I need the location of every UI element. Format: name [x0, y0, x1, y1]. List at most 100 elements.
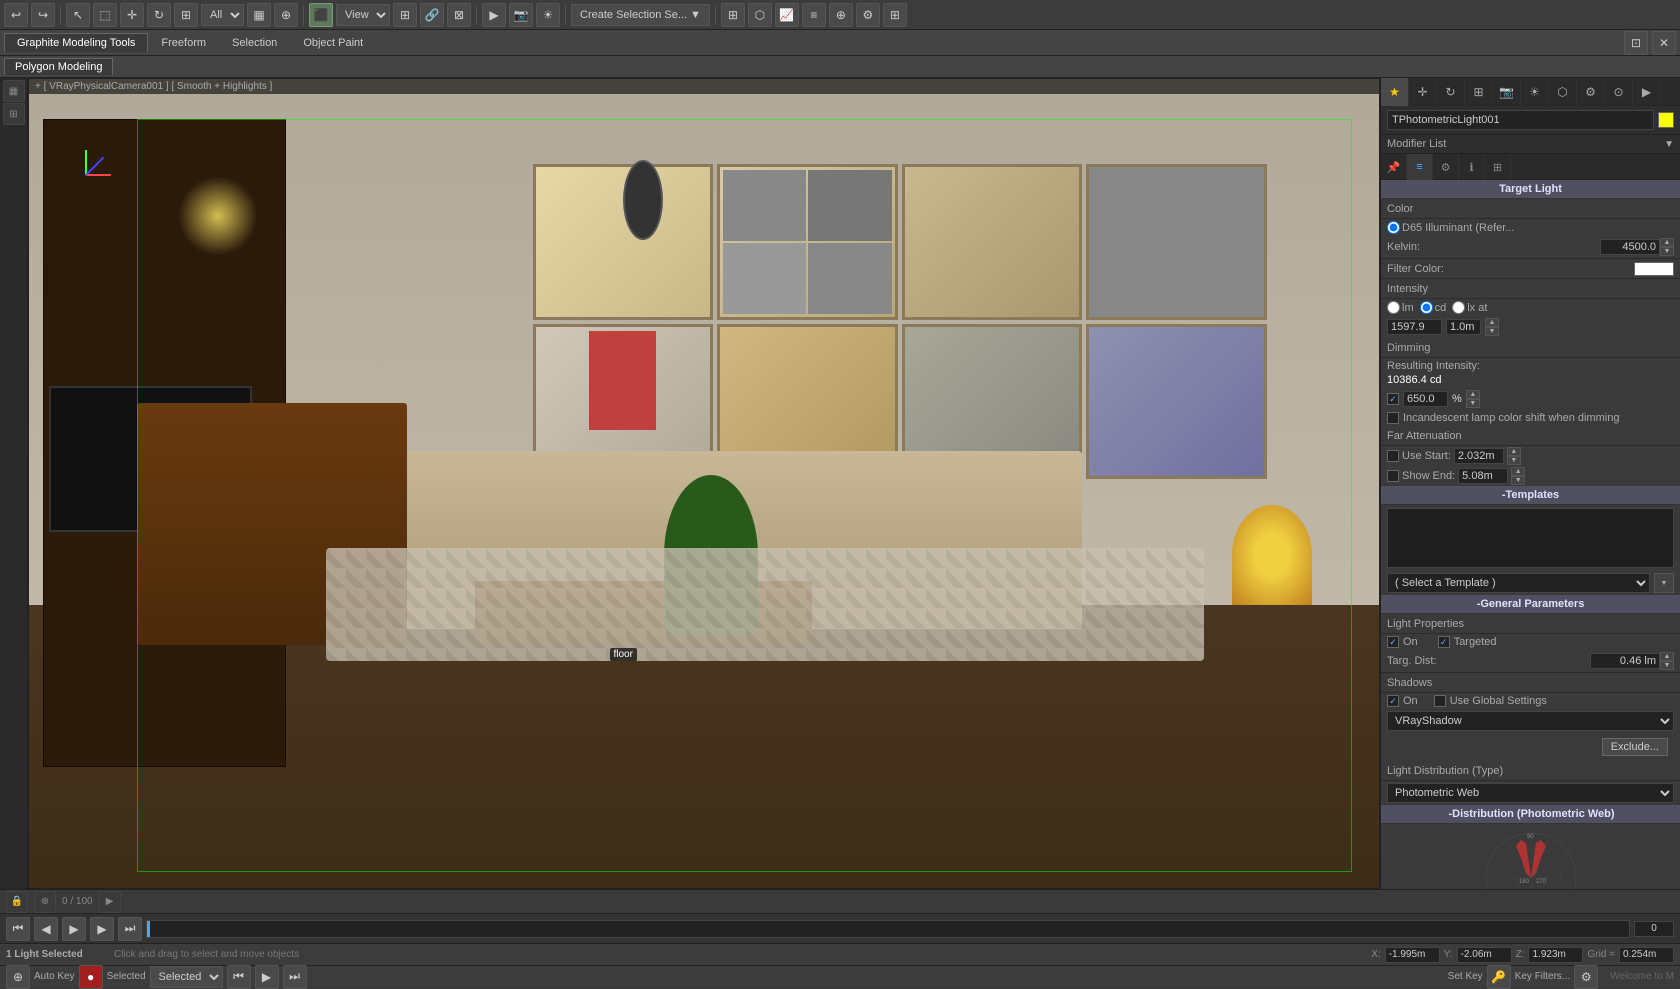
timeline-frame-input[interactable] — [1634, 921, 1674, 937]
timeline-end-btn[interactable]: ⏭ — [118, 917, 142, 941]
left-icon-1[interactable]: ▦ — [3, 80, 25, 102]
template-expand-btn[interactable]: ▼ — [1654, 573, 1674, 593]
bottom-icon-3[interactable]: ▶ — [99, 891, 121, 913]
layers-btn[interactable]: ≡ — [802, 3, 826, 27]
general-params-header[interactable]: General Parameters — [1381, 595, 1680, 614]
lxat-radio[interactable] — [1452, 301, 1465, 314]
dimming-checkbox[interactable]: ✓ — [1387, 393, 1399, 405]
incandescent-checkbox[interactable] — [1387, 412, 1399, 424]
atten-start-input[interactable] — [1454, 448, 1504, 464]
y-coord-input[interactable] — [1457, 947, 1512, 963]
template-dropdown[interactable]: ( Select a Template ) — [1387, 573, 1650, 593]
psub-list[interactable]: ≡ — [1407, 154, 1433, 180]
intensity-up[interactable]: ▲ — [1485, 318, 1499, 327]
atten-end-down[interactable]: ▼ — [1511, 476, 1525, 485]
tab-selection[interactable]: Selection — [219, 33, 290, 52]
menu-close-btn[interactable]: ✕ — [1652, 31, 1676, 55]
atten-start-up[interactable]: ▲ — [1507, 447, 1521, 456]
atten-show-checkbox[interactable] — [1387, 470, 1399, 482]
intensity-unit-input[interactable] — [1446, 319, 1481, 335]
tab-freeform[interactable]: Freeform — [148, 33, 219, 52]
next-frame-btn[interactable]: ⏭ — [283, 965, 307, 989]
filter-color-swatch[interactable] — [1634, 262, 1674, 276]
right-icon-star[interactable]: ★ — [1381, 78, 1409, 106]
render-prod-btn[interactable]: ☀ — [536, 3, 560, 27]
kelvin-down[interactable]: ▼ — [1660, 247, 1674, 256]
tools2-btn[interactable]: ⊞ — [883, 3, 907, 27]
psub-info[interactable]: ℹ — [1459, 154, 1485, 180]
cd-radio[interactable] — [1420, 301, 1433, 314]
undo-btn[interactable]: ↩ — [4, 3, 28, 27]
right-icon-light[interactable]: ☀ — [1521, 78, 1549, 106]
dimming-up[interactable]: ▲ — [1466, 390, 1480, 399]
right-icon-rotate[interactable]: ↻ — [1437, 78, 1465, 106]
kelvin-input[interactable] — [1600, 239, 1660, 255]
select-btn[interactable]: ↖ — [66, 3, 90, 27]
kelvin-up[interactable]: ▲ — [1660, 238, 1674, 247]
bottom-icon-2[interactable]: ⊕ — [34, 891, 56, 913]
psub-pin[interactable]: 📌 — [1381, 154, 1407, 180]
right-icon-display[interactable]: ⊙ — [1605, 78, 1633, 106]
schematic-btn[interactable]: ⊞ — [721, 3, 745, 27]
create-selection-btn[interactable]: Create Selection Se... ▼ — [571, 4, 710, 26]
exclude-btn[interactable]: Exclude... — [1602, 738, 1668, 756]
dist-photometric-header[interactable]: Distribution (Photometric Web) — [1381, 805, 1680, 824]
pivot-btn[interactable]: ⬛ — [309, 3, 333, 27]
material-btn[interactable]: ⬡ — [748, 3, 772, 27]
target-light-header[interactable]: Target Light — [1381, 180, 1680, 199]
lm-radio-item[interactable]: lm — [1387, 301, 1414, 314]
auto-key-btn[interactable]: ● — [79, 965, 103, 989]
right-icon-move[interactable]: ✛ — [1409, 78, 1437, 106]
grid-input[interactable] — [1619, 947, 1674, 963]
right-icon-util[interactable]: ⚙ — [1577, 78, 1605, 106]
intensity-down[interactable]: ▼ — [1485, 327, 1499, 336]
right-icon-motion[interactable]: ▶ — [1633, 78, 1661, 106]
selected-dropdown[interactable]: Selected — [150, 966, 223, 988]
object-name-input[interactable] — [1387, 110, 1654, 130]
all-dropdown[interactable]: All — [201, 4, 244, 26]
templates-header[interactable]: Templates — [1381, 486, 1680, 505]
curve-btn[interactable]: 📈 — [775, 3, 799, 27]
psub-copy[interactable]: ⊞ — [1485, 154, 1511, 180]
prev-frame-btn[interactable]: ⏮ — [227, 965, 251, 989]
link-btn[interactable]: 🔗 — [420, 3, 444, 27]
object-color-swatch[interactable] — [1658, 112, 1674, 128]
rotate-btn[interactable]: ↻ — [147, 3, 171, 27]
intensity-input[interactable] — [1387, 319, 1442, 335]
snap-btn[interactable]: ⊕ — [274, 3, 298, 27]
render-btn[interactable]: ▶ — [482, 3, 506, 27]
right-icon-camera[interactable]: 📷 — [1493, 78, 1521, 106]
redo-btn[interactable]: ↪ — [31, 3, 55, 27]
right-icon-scale[interactable]: ⊞ — [1465, 78, 1493, 106]
select-filter-btn[interactable]: ▦ — [247, 3, 271, 27]
left-icon-2[interactable]: ⊞ — [3, 103, 25, 125]
atten-end-input[interactable] — [1458, 468, 1508, 484]
key-filters-btn[interactable]: ⚙ — [1574, 965, 1598, 989]
psub-settings[interactable]: ⚙ — [1433, 154, 1459, 180]
right-icon-geo[interactable]: ⬡ — [1549, 78, 1577, 106]
shadows-on-checkbox[interactable]: ✓ — [1387, 695, 1399, 707]
targeted-checkbox[interactable]: ✓ — [1438, 636, 1450, 648]
xref-btn[interactable]: ⊕ — [829, 3, 853, 27]
bottom-icon-snap[interactable]: ⊕ — [6, 965, 30, 989]
atten-use-checkbox[interactable] — [1387, 450, 1399, 462]
targ-dist-input[interactable] — [1590, 653, 1660, 669]
timeline-play-btn[interactable]: ▶ — [62, 917, 86, 941]
set-key-btn[interactable]: 🔑 — [1487, 965, 1511, 989]
unlink-btn[interactable]: ⊠ — [447, 3, 471, 27]
x-coord-input[interactable] — [1385, 947, 1440, 963]
scale-btn[interactable]: ⊞ — [174, 3, 198, 27]
z-coord-input[interactable] — [1528, 947, 1583, 963]
atten-end-up[interactable]: ▲ — [1511, 467, 1525, 476]
dimming-pct-input[interactable] — [1403, 391, 1448, 407]
timeline-bar[interactable] — [146, 920, 1630, 938]
timeline-prev-btn[interactable]: ◀ — [34, 917, 58, 941]
timeline-next-btn[interactable]: ▶ — [90, 917, 114, 941]
dimming-down[interactable]: ▼ — [1466, 399, 1480, 408]
ref-coord-btn[interactable]: ⊞ — [393, 3, 417, 27]
on-checkbox[interactable]: ✓ — [1387, 636, 1399, 648]
viewport[interactable]: + [ VRayPhysicalCamera001 ] [ Smooth + H… — [28, 78, 1380, 889]
shadow-type-dropdown[interactable]: VRayShadow — [1387, 711, 1674, 731]
tab-object-paint[interactable]: Object Paint — [290, 33, 376, 52]
targ-dist-up[interactable]: ▲ — [1660, 652, 1674, 661]
